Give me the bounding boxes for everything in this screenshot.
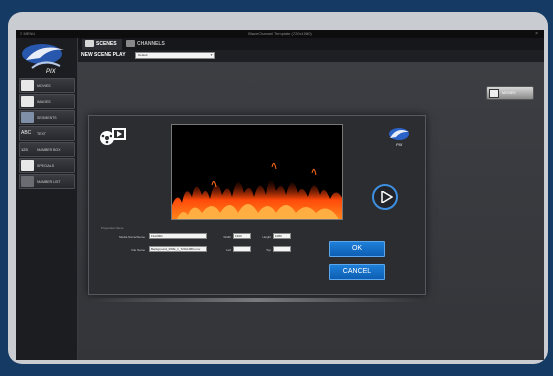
number-box-icon: 123 [21, 147, 28, 152]
width-field[interactable]: 1920 [233, 233, 251, 239]
new-scene-label: NEW SCENE PLAY [81, 52, 126, 58]
left-label: Left [225, 248, 231, 252]
sidebar-item-label: MOVIES [37, 84, 51, 88]
cancel-button[interactable]: CANCEL [329, 264, 385, 280]
scenes-icon [85, 40, 94, 48]
scene-bar: NEW SCENE PLAY Default ▼ [78, 50, 544, 62]
tab-label: SCENES [96, 41, 117, 47]
tab-label: CHANNELS [137, 41, 165, 47]
sidebar-item-label: IMAGES [37, 100, 51, 104]
title-bar: ≡ MENU BlazeChannel Template (720x1080) … [16, 30, 544, 38]
sidebar-item-number-list[interactable]: NUMBER LIST [19, 174, 75, 189]
left-field[interactable] [233, 246, 251, 252]
movies-preview-button[interactable]: MOVIES [486, 86, 534, 100]
brand-logo: PIX [389, 128, 409, 147]
tab-bar: SCENES CHANNELS [78, 38, 544, 50]
text-abc-icon: ABC [21, 130, 32, 136]
properties-panel: Properties Name Media Name/Name Fire0001… [97, 226, 307, 268]
specials-icon [21, 160, 34, 171]
sidebar-item-label: SPECIALS [37, 164, 55, 168]
svg-text:PIX: PIX [396, 142, 403, 147]
sidebar-item-images[interactable]: IMAGES [19, 94, 75, 109]
tab-scenes[interactable]: SCENES [82, 39, 122, 50]
height-field[interactable]: 1080 [273, 233, 291, 239]
close-icon[interactable]: × [535, 30, 538, 38]
tab-channels[interactable]: CHANNELS [126, 39, 165, 50]
dialog-reflection [88, 298, 426, 302]
file-name-label: File Name [131, 248, 145, 252]
sidebar-item-text[interactable]: ABC TEXT [19, 126, 75, 141]
sidebar-item-specials[interactable]: SPECIALS [19, 158, 75, 173]
sidebar-item-movies[interactable]: MOVIES [19, 78, 75, 93]
app-window: ≡ MENU BlazeChannel Template (720x1080) … [16, 30, 544, 360]
properties-section-title: Properties Name [101, 226, 124, 230]
sidebar-item-segments[interactable]: SEGMENTS [19, 110, 75, 125]
sidebar: PIX MOVIES IMAGES SEGMENTS ABC TEXT 123 … [16, 38, 78, 360]
play-button[interactable] [372, 184, 398, 210]
sidebar-item-label: NUMBER LIST [37, 180, 61, 184]
media-name-label: Media Name/Name [119, 235, 145, 239]
play-icon [381, 191, 393, 203]
sidebar-item-label: NUMBER BOX [37, 148, 61, 152]
preview-button-label: MOVIES [502, 91, 516, 95]
width-label: Width [223, 235, 231, 239]
svg-text:PIX: PIX [46, 69, 57, 75]
sidebar-item-label: SEGMENTS [37, 116, 57, 120]
film-reel-icon [21, 80, 34, 91]
fire-video-frame [172, 125, 342, 219]
scene-select-value: Default [138, 53, 148, 57]
sidebar-item-label: TEXT [37, 132, 46, 136]
sidebar-item-number-box[interactable]: 123 NUMBER BOX [19, 142, 75, 157]
app-logo: PIX [22, 44, 64, 75]
play-label[interactable]: PLAY [113, 52, 126, 58]
video-preview [171, 124, 343, 220]
video-clip-icon [100, 128, 126, 145]
segments-icon [21, 112, 34, 123]
chevron-down-icon: ▼ [210, 53, 213, 57]
height-label: Height [262, 235, 271, 239]
window-title: BlazeChannel Template (720x1080) [248, 31, 312, 36]
film-reel-icon [489, 89, 499, 98]
ok-button[interactable]: OK [329, 241, 385, 257]
top-field[interactable] [273, 246, 291, 252]
scene-select[interactable]: Default ▼ [135, 52, 215, 59]
media-name-field[interactable]: Fire0001 [149, 233, 207, 239]
top-label: Top [266, 248, 271, 252]
channels-icon [126, 40, 135, 48]
images-icon [21, 96, 34, 107]
media-properties-dialog: PIX Properties Name Media Name/Name Fire… [88, 115, 426, 295]
number-list-icon [21, 176, 34, 187]
file-name-field[interactable]: Background_FIRE_1_720x1080.mov [149, 246, 207, 252]
